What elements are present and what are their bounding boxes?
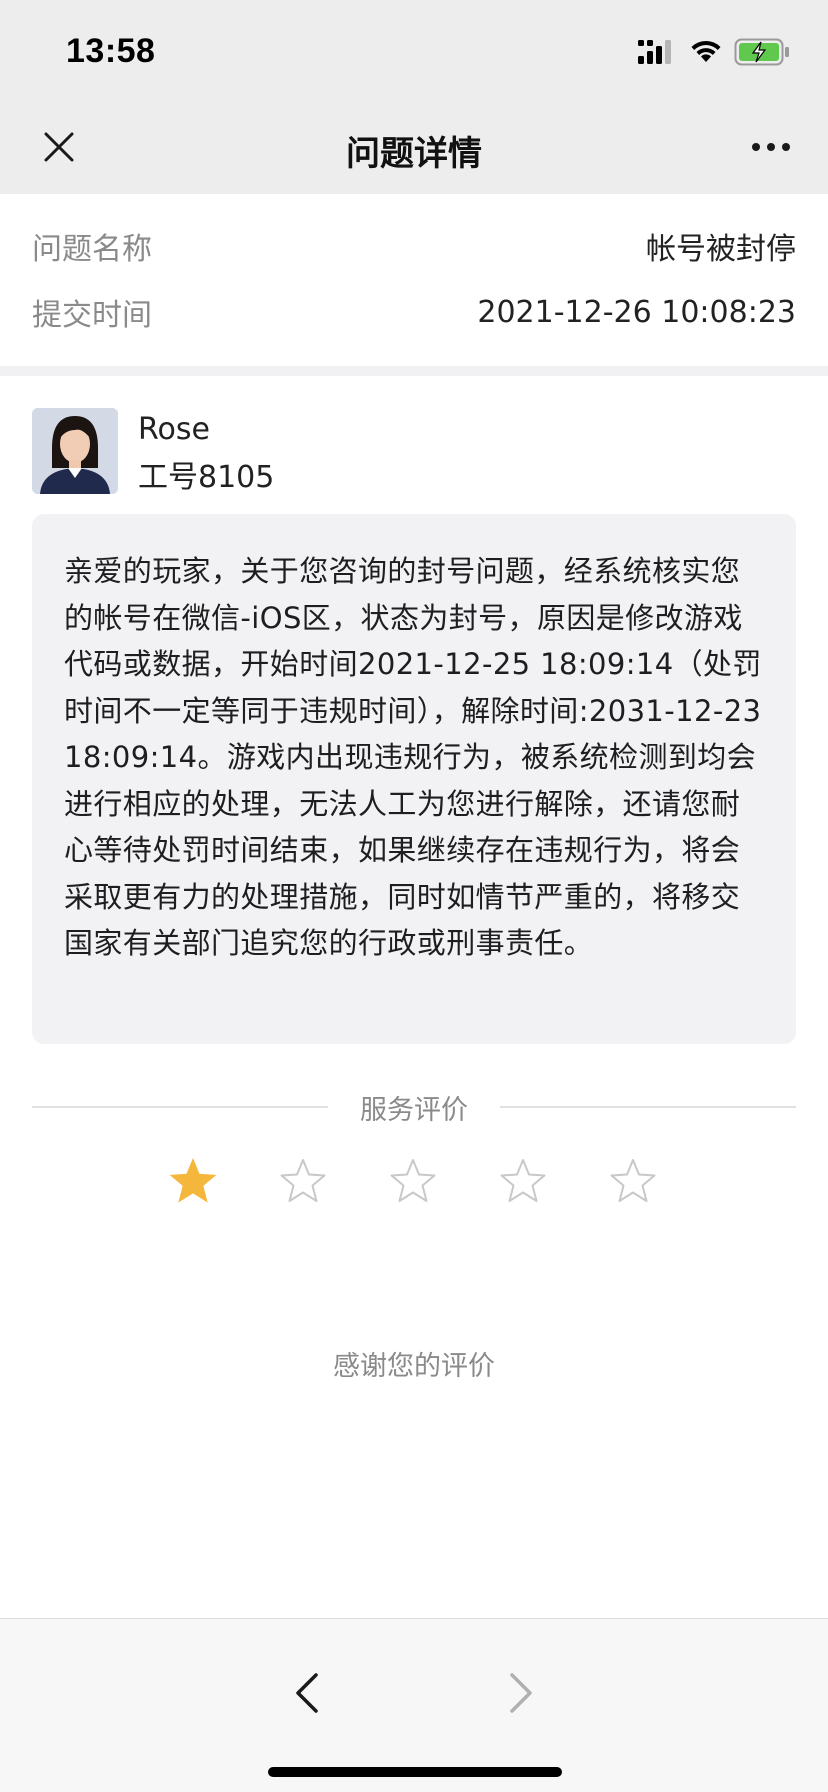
- rating-divider-right: [500, 1106, 796, 1108]
- agent-photo: [32, 408, 118, 494]
- issue-info: 问题名称 帐号被封停 提交时间 2021-12-26 10:08:23: [0, 194, 828, 366]
- agent-name: Rose: [138, 412, 210, 447]
- chevron-right-icon: [510, 1673, 532, 1713]
- agent-employee-id: 工号8105: [138, 460, 275, 495]
- rating-header: 服务评价: [32, 1088, 796, 1126]
- submit-time-value: 2021-12-26 10:08:23: [477, 294, 796, 330]
- issue-name-label: 问题名称: [32, 232, 152, 267]
- battery-charging-icon: [734, 38, 789, 66]
- cellular-signal-icon: [638, 40, 671, 64]
- top-area: 13:58 问题详情: [0, 0, 828, 194]
- star-icon[interactable]: [280, 1158, 326, 1204]
- home-indicator: [268, 1767, 562, 1777]
- agent-card: Rose 工号8105: [32, 408, 796, 495]
- star-icon[interactable]: [610, 1158, 656, 1204]
- submit-time-row: 提交时间 2021-12-26 10:08:23: [32, 290, 796, 334]
- back-button[interactable]: [282, 1663, 332, 1723]
- issue-name-value: 帐号被封停: [646, 232, 796, 267]
- bottom-toolbar: [0, 1618, 828, 1792]
- more-button[interactable]: [744, 122, 798, 172]
- star-rating: [0, 1158, 828, 1206]
- forward-button[interactable]: [496, 1663, 546, 1723]
- chevron-left-icon: [296, 1673, 318, 1713]
- wifi-icon: [691, 40, 721, 62]
- star-icon[interactable]: [390, 1158, 436, 1204]
- issue-name-row: 问题名称 帐号被封停: [32, 224, 796, 268]
- section-divider: [0, 366, 828, 376]
- submit-time-label: 提交时间: [32, 298, 152, 333]
- rating-thanks: 感谢您的评价: [333, 1351, 495, 1382]
- star-icon[interactable]: [170, 1158, 216, 1204]
- reply-text: 亲爱的玩家，关于您咨询的封号问题，经系统核实您的帐号在微信-iOS区，状态为封号…: [64, 554, 762, 960]
- page-title: 问题详情: [346, 134, 482, 174]
- reply-message: 亲爱的玩家，关于您咨询的封号问题，经系统核实您的帐号在微信-iOS区，状态为封号…: [32, 514, 796, 1044]
- avatar: [32, 408, 118, 494]
- nav-bar: 问题详情: [0, 104, 828, 194]
- status-bar: 13:58: [0, 0, 828, 104]
- more-icon: [752, 143, 790, 151]
- status-time: 13:58: [66, 32, 156, 70]
- star-icon[interactable]: [500, 1158, 546, 1204]
